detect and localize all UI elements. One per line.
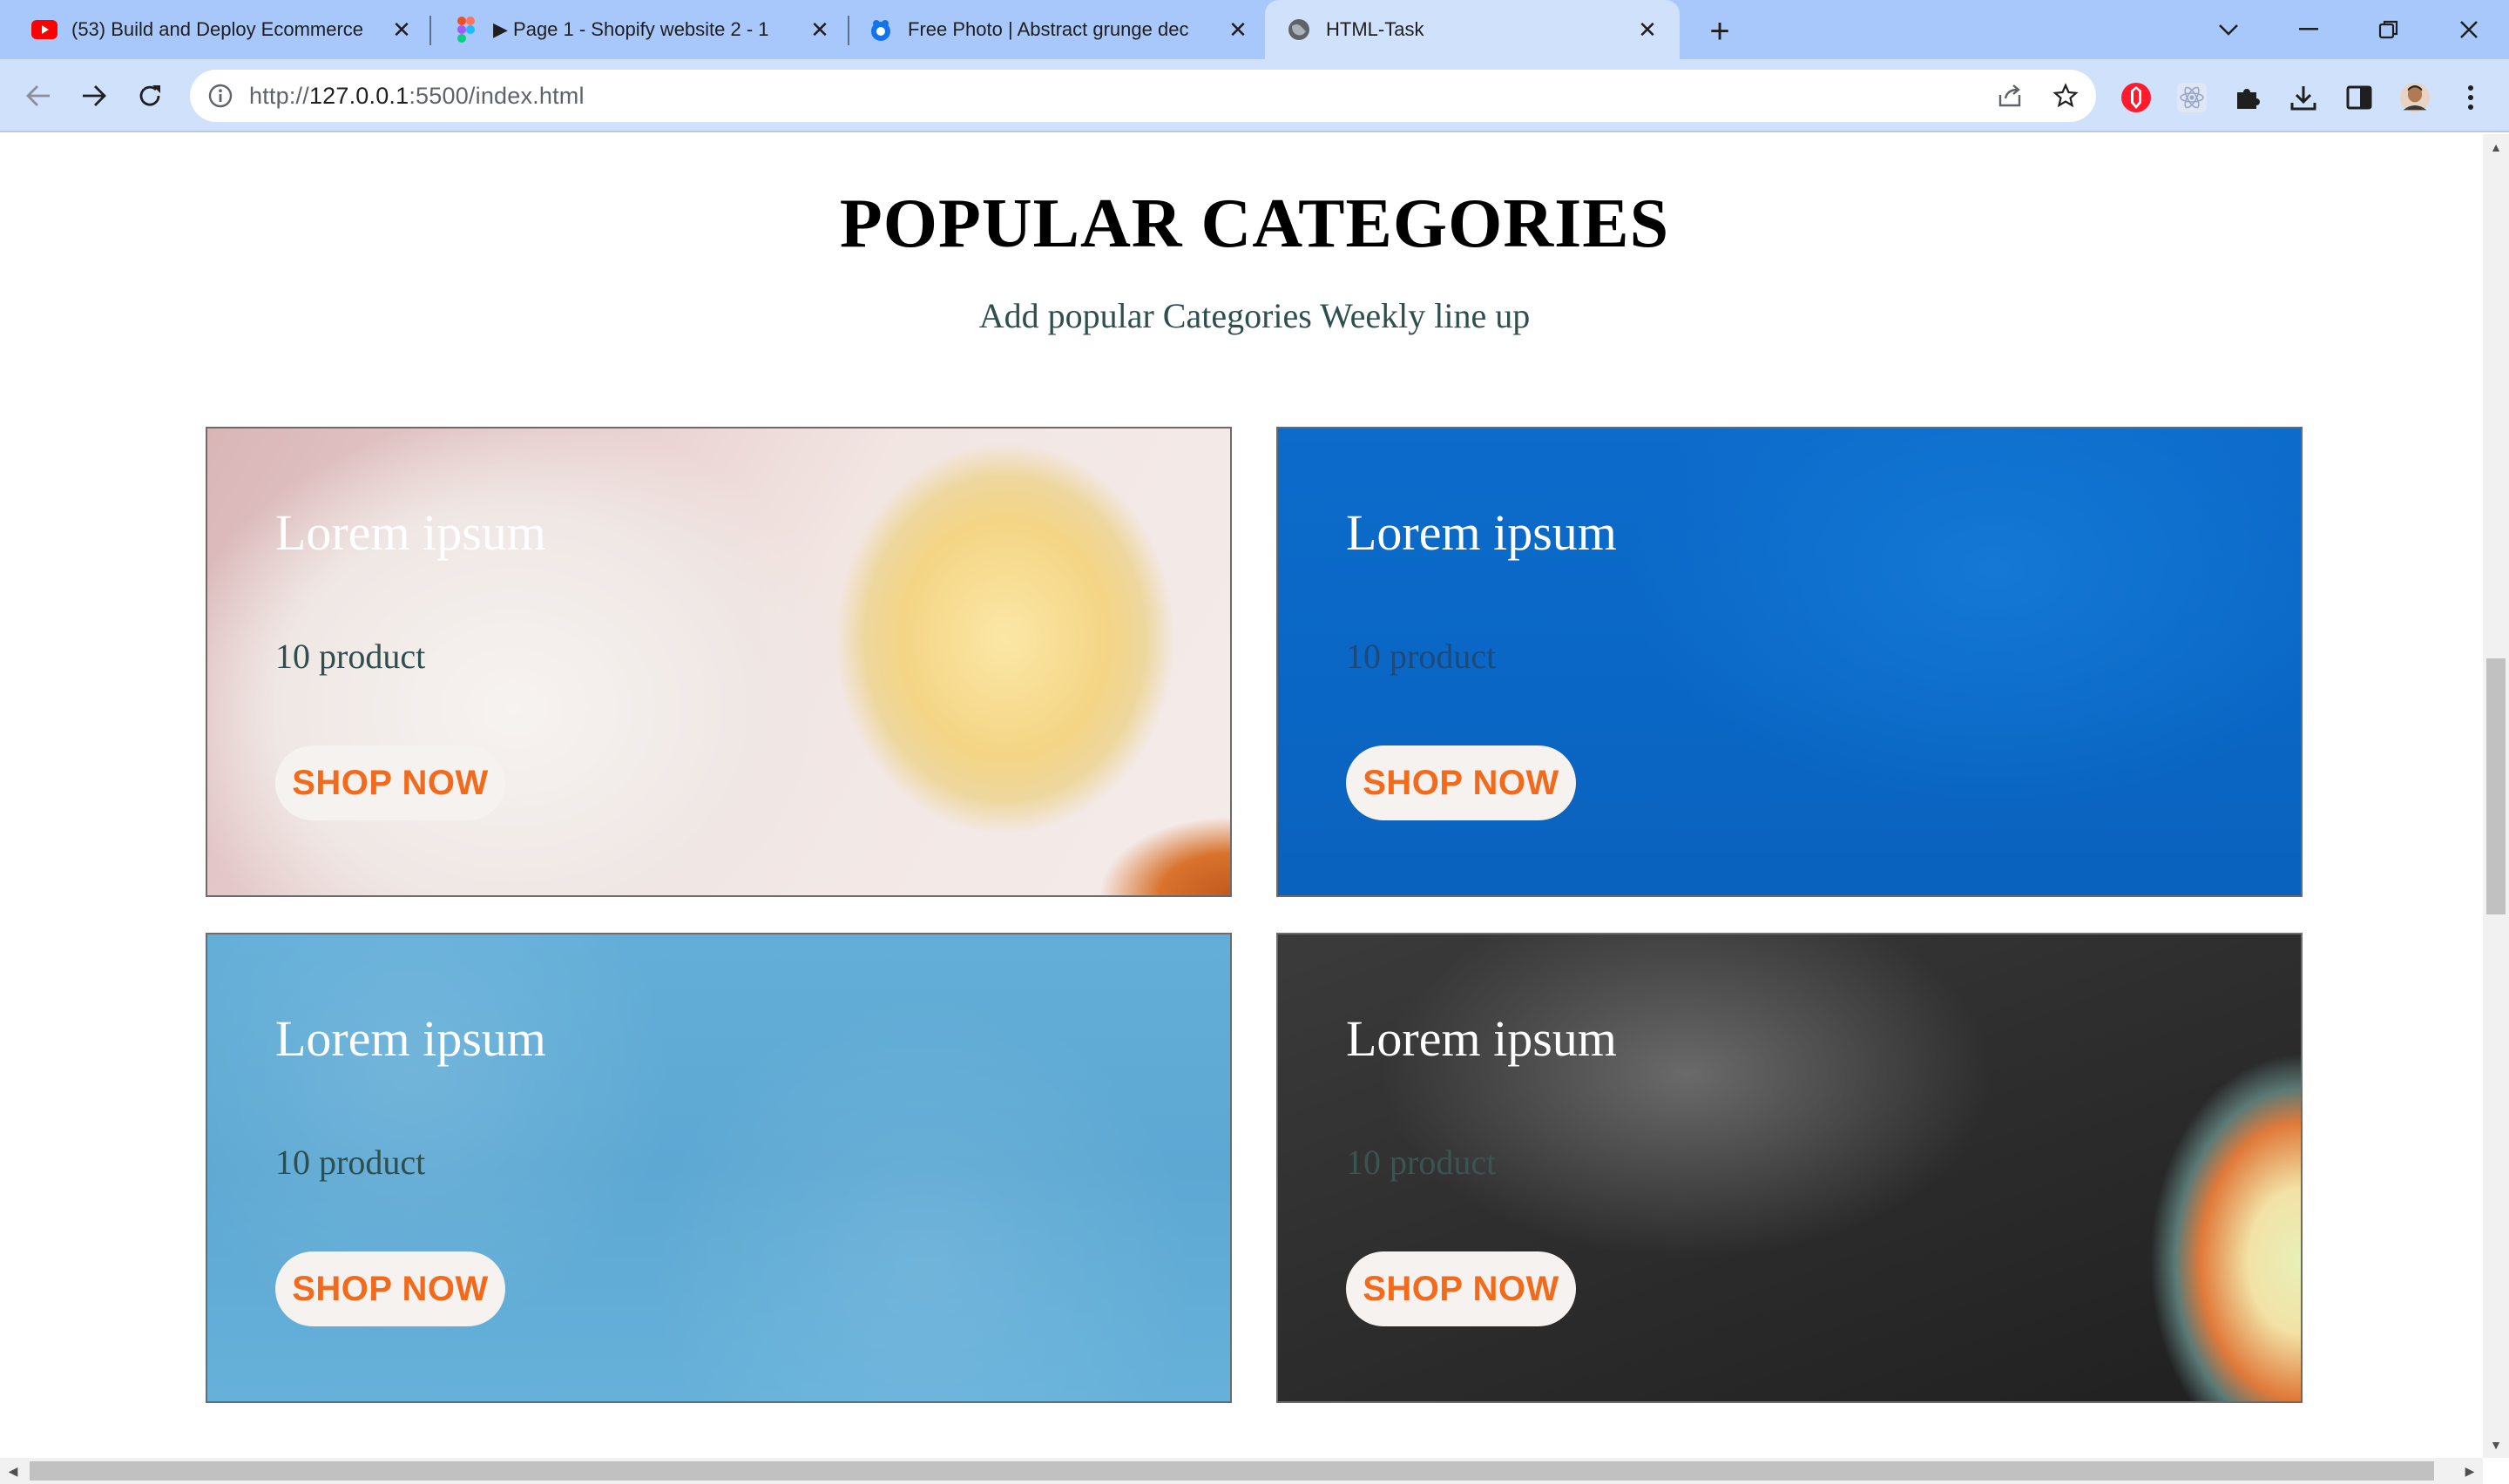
arrow-left-icon <box>26 85 50 106</box>
side-panel-icon[interactable] <box>2343 82 2375 113</box>
horizontal-scroll-thumb[interactable] <box>30 1461 2434 1481</box>
shop-now-button[interactable]: SHOP NOW <box>1346 1251 1576 1326</box>
page-content: POPULAR CATEGORIES Add popular Categorie… <box>0 134 2483 1458</box>
restore-button[interactable] <box>2363 7 2415 52</box>
browser-toolbar: http://127.0.0.1:5500/index.html <box>0 59 2509 132</box>
figma-icon <box>453 17 479 43</box>
close-icon[interactable]: ✕ <box>389 17 415 43</box>
horizontal-scrollbar[interactable]: ◀ ▶ <box>0 1458 2483 1484</box>
category-card-4: Lorem ipsum 10 product SHOP NOW <box>1276 933 2303 1403</box>
close-icon[interactable]: ✕ <box>807 17 833 43</box>
shop-now-button[interactable]: SHOP NOW <box>275 1251 505 1326</box>
page-subtitle: Add popular Categories Weekly line up <box>978 296 1531 335</box>
tab-title: Free Photo | Abstract grunge dec <box>908 18 1189 40</box>
scroll-down-arrow-icon[interactable]: ▼ <box>2483 1432 2509 1458</box>
download-icon[interactable] <box>2288 82 2319 113</box>
tab-title: HTML-Task <box>1326 18 1424 40</box>
profile-avatar[interactable] <box>2399 82 2431 113</box>
reload-button[interactable] <box>127 73 172 118</box>
back-button[interactable] <box>16 73 61 118</box>
address-bar[interactable]: http://127.0.0.1:5500/index.html <box>190 70 2096 122</box>
new-tab-button[interactable]: + <box>1701 12 1739 51</box>
more-vertical-icon <box>2468 85 2473 110</box>
url-text: http://127.0.0.1:5500/index.html <box>249 82 585 109</box>
restore-icon <box>2378 20 2398 39</box>
youtube-icon <box>31 17 57 43</box>
opera-extension-icon[interactable] <box>2120 82 2152 113</box>
close-window-button[interactable] <box>2443 7 2495 52</box>
tab-separator <box>429 16 431 45</box>
forward-button[interactable] <box>71 73 117 118</box>
shop-now-button[interactable]: SHOP NOW <box>275 745 505 820</box>
share-icon[interactable] <box>1997 83 2023 109</box>
tab-freepik[interactable]: Free Photo | Abstract grunge dec ✕ <box>868 7 1251 52</box>
card-product-count: 10 product <box>1346 637 1497 676</box>
tab-strip: (53) Build and Deploy Ecommerce ✕ ▶ Page… <box>0 0 2509 59</box>
minimize-icon <box>2299 28 2318 30</box>
freepik-icon <box>868 17 894 43</box>
chevron-down-icon <box>2219 24 2238 36</box>
browser-menu-button[interactable] <box>2455 82 2486 113</box>
scroll-right-arrow-icon[interactable]: ▶ <box>2457 1458 2483 1484</box>
arrow-right-icon <box>83 85 106 106</box>
close-icon[interactable]: ✕ <box>1225 17 1251 43</box>
tab-title: (53) Build and Deploy Ecommerce <box>71 18 364 40</box>
card-title: Lorem ipsum <box>275 504 546 561</box>
vertical-scrollbar[interactable]: ▲ ▼ <box>2483 134 2509 1458</box>
tab-html-task[interactable]: HTML-Task ✕ <box>1265 0 1680 59</box>
close-icon <box>2460 21 2478 38</box>
scroll-left-arrow-icon[interactable]: ◀ <box>0 1458 26 1484</box>
extensions-puzzle-icon[interactable] <box>2232 82 2263 113</box>
globe-icon <box>1286 17 1312 43</box>
minimize-button[interactable] <box>2282 7 2335 52</box>
scroll-up-arrow-icon[interactable]: ▲ <box>2483 134 2509 160</box>
vertical-scroll-thumb[interactable] <box>2486 658 2506 914</box>
close-icon[interactable]: ✕ <box>1634 17 1660 43</box>
tab-separator <box>848 16 849 45</box>
reload-icon <box>139 85 160 106</box>
card-title: Lorem ipsum <box>275 1010 546 1067</box>
star-icon[interactable] <box>2053 83 2079 109</box>
category-card-3: Lorem ipsum 10 product SHOP NOW <box>206 933 1232 1403</box>
card-title: Lorem ipsum <box>1346 1010 1617 1067</box>
card-product-count: 10 product <box>275 637 426 676</box>
info-icon[interactable] <box>207 83 233 109</box>
shop-now-button[interactable]: SHOP NOW <box>1346 745 1576 820</box>
category-card-2: Lorem ipsum 10 product SHOP NOW <box>1276 427 2303 897</box>
tab-search-button[interactable] <box>2202 7 2255 52</box>
tab-title: ▶ Page 1 - Shopify website 2 - 1 <box>493 18 769 40</box>
category-card-1: Lorem ipsum 10 product SHOP NOW <box>206 427 1232 897</box>
card-title: Lorem ipsum <box>1346 504 1617 561</box>
react-devtools-icon[interactable] <box>2176 82 2208 113</box>
tab-youtube[interactable]: (53) Build and Deploy Ecommerce ✕ <box>31 7 415 52</box>
page-title: POPULAR CATEGORIES <box>839 186 1670 262</box>
tab-figma[interactable]: ▶ Page 1 - Shopify website 2 - 1 ✕ <box>453 7 833 52</box>
card-product-count: 10 product <box>275 1143 426 1182</box>
card-product-count: 10 product <box>1346 1143 1497 1182</box>
